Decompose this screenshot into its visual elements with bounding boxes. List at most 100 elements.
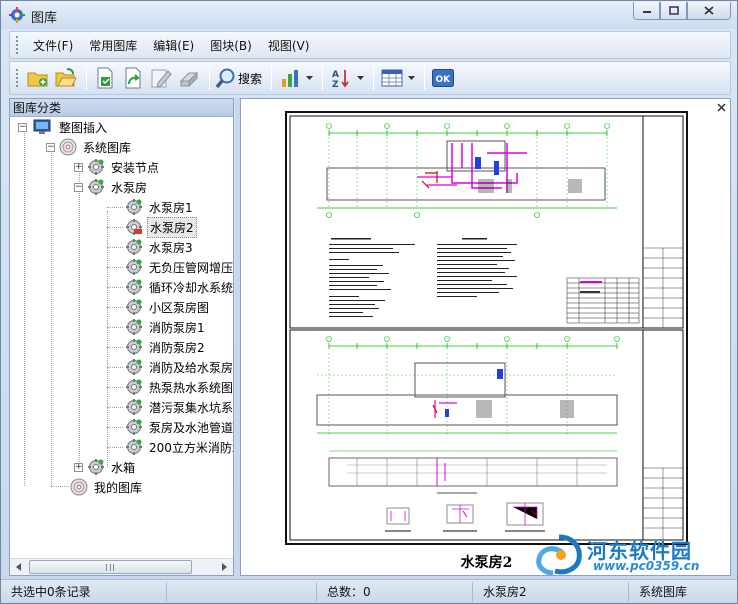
view-mode-dropdown[interactable] xyxy=(407,65,415,91)
open-folder-icon xyxy=(55,68,77,87)
tree-label-pump-item: 消防泵房2 xyxy=(149,340,205,355)
tree-node-my-library[interactable]: 我的图库 xyxy=(70,477,144,497)
tree-node-pump-item[interactable]: 无负压管网增压 xyxy=(125,257,233,277)
tree-node-system-library[interactable]: − 系统图库 xyxy=(46,137,133,157)
minimize-button[interactable] xyxy=(633,2,660,20)
erase-button[interactable] xyxy=(176,65,202,91)
menu-file[interactable]: 文件(F) xyxy=(25,37,81,54)
scroll-right-button[interactable] xyxy=(216,559,233,575)
scroll-left-button[interactable] xyxy=(10,559,27,575)
monitor-icon xyxy=(33,119,51,134)
tree-node-pump-item[interactable]: 消防泵房2 xyxy=(125,337,207,357)
category-panel-header: 图库分类 xyxy=(10,99,233,117)
sort-dropdown[interactable] xyxy=(356,65,364,91)
chevron-right-icon xyxy=(222,563,227,571)
tree-node-pump-item[interactable]: 水泵房2 xyxy=(125,216,197,238)
toolbar-grip[interactable] xyxy=(16,69,19,87)
tree-line xyxy=(107,207,123,208)
edit-button[interactable] xyxy=(148,65,174,91)
tree-line xyxy=(107,247,123,248)
tree-label-pump-item: 循环冷却水系统 xyxy=(149,280,233,295)
toolbar: 搜索 A Z OK xyxy=(9,61,731,95)
save-document-icon xyxy=(97,67,113,89)
tree-node-pump-item[interactable]: 200立方米消防水 xyxy=(125,437,233,457)
tree-label-pump-item: 水泵房2 xyxy=(147,216,197,238)
tree-node-pump-item[interactable]: 消防泵房1 xyxy=(125,317,207,337)
collapse-toggle[interactable]: − xyxy=(18,122,27,132)
tree-line xyxy=(107,287,123,288)
search-button[interactable]: 搜索 xyxy=(215,65,266,91)
tree-node-pump-item[interactable]: 水泵房1 xyxy=(125,197,195,217)
tree-line xyxy=(24,131,25,486)
tree-line xyxy=(51,151,52,486)
tree-node-pump-room[interactable]: − 水泵房 xyxy=(74,177,149,197)
view-mode-button[interactable] xyxy=(379,65,405,91)
statistics-button[interactable] xyxy=(277,65,303,91)
tree-label-my-library: 我的图库 xyxy=(94,480,143,495)
gear-file-icon xyxy=(126,239,142,255)
save-as-button[interactable] xyxy=(120,65,146,91)
ok-icon: OK xyxy=(432,69,455,87)
tree-line xyxy=(107,227,123,228)
maximize-button[interactable] xyxy=(660,2,687,20)
gear-file-icon xyxy=(126,319,142,335)
tree-node-water-tank[interactable]: + 水箱 xyxy=(74,457,137,477)
tree-line xyxy=(107,447,123,448)
tree-node-install-nodes[interactable]: + 安装节点 xyxy=(74,157,161,177)
ok-button[interactable]: OK xyxy=(430,65,456,91)
gear-folder-icon xyxy=(88,179,104,195)
new-folder-button[interactable] xyxy=(25,65,51,91)
category-panel: 图库分类 − 整图插入 − 系统图库 + 安装节点 − 水泵房 水泵房1 水泵房… xyxy=(9,98,234,576)
gear-file-icon xyxy=(126,359,142,375)
gear-folder-icon xyxy=(88,459,104,475)
maximize-icon xyxy=(668,6,679,15)
search-label: 搜索 xyxy=(238,71,263,86)
scroll-track[interactable] xyxy=(27,559,216,575)
preview-close-button[interactable] xyxy=(717,101,726,115)
horizontal-scrollbar[interactable] xyxy=(10,558,233,575)
grid-view-icon xyxy=(381,69,403,87)
save-button[interactable] xyxy=(92,65,118,91)
close-button[interactable] xyxy=(687,2,731,20)
tree-node-root[interactable]: − 整图插入 xyxy=(18,117,109,137)
menu-edit[interactable]: 编辑(E) xyxy=(145,37,202,54)
title-bar[interactable]: 图库 xyxy=(1,1,737,29)
open-folder-button[interactable] xyxy=(53,65,79,91)
tree-label-root: 整图插入 xyxy=(59,120,108,135)
tree-node-pump-item[interactable]: 水泵房3 xyxy=(125,237,195,257)
sort-button[interactable]: A Z xyxy=(328,65,354,91)
tree-node-pump-item[interactable]: 小区泵房图 xyxy=(125,297,211,317)
sort-az-icon: A Z xyxy=(332,70,349,89)
ok-icon-label: OK xyxy=(436,75,452,85)
magnifier-icon xyxy=(215,68,235,89)
tree-line xyxy=(107,211,108,467)
menu-view[interactable]: 视图(V) xyxy=(260,37,318,54)
expand-toggle[interactable]: + xyxy=(74,462,83,472)
tree-node-pump-item[interactable]: 潜污泵集水坑系 xyxy=(125,397,233,417)
menu-common-library[interactable]: 常用图库 xyxy=(81,37,145,54)
minimize-icon xyxy=(642,10,651,13)
tree-node-pump-item[interactable]: 消防及给水泵房 xyxy=(125,357,233,377)
status-spacer xyxy=(167,581,317,602)
tree-label-water-tank: 水箱 xyxy=(111,460,136,475)
tree-node-pump-item[interactable]: 循环冷却水系统 xyxy=(125,277,233,297)
close-icon xyxy=(704,6,714,15)
scroll-thumb[interactable] xyxy=(29,560,192,574)
tree-line xyxy=(107,327,123,328)
tree-label-pump-item: 小区泵房图 xyxy=(149,300,210,315)
menu-block[interactable]: 图块(B) xyxy=(202,37,260,54)
status-total: 总数：0 xyxy=(317,581,473,602)
gear-file-icon xyxy=(126,339,142,355)
tree-node-pump-item[interactable]: 热泵热水系统图 xyxy=(125,377,233,397)
tree-node-pump-item[interactable]: 泵房及水池管道 xyxy=(125,417,233,437)
statistics-dropdown[interactable] xyxy=(305,65,313,91)
expand-toggle[interactable]: + xyxy=(74,162,83,172)
menu-grip[interactable] xyxy=(16,36,19,54)
status-bar: 共选中0条记录 总数：0 水泵房2 系统图库 xyxy=(1,579,737,603)
close-icon xyxy=(717,103,726,112)
cd-disc-icon xyxy=(59,138,77,156)
collapse-toggle[interactable]: − xyxy=(46,142,55,152)
cad-drawing-preview[interactable] xyxy=(285,111,688,545)
collapse-toggle[interactable]: − xyxy=(74,182,83,192)
category-tree: − 整图插入 − 系统图库 + 安装节点 − 水泵房 水泵房1 水泵房2 水泵房… xyxy=(10,117,233,557)
